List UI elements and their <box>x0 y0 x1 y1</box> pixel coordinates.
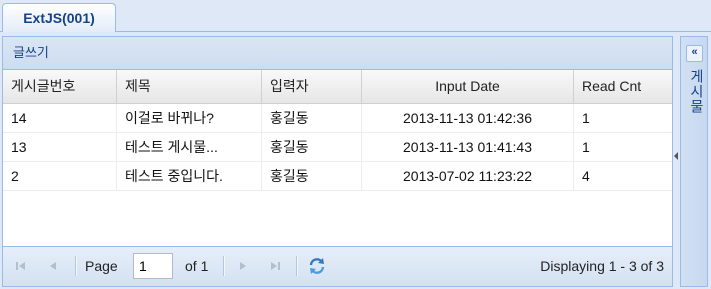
board-grid-panel: 글쓰기 게시글번호 제목 입력자 Input Date Read Cnt 14 … <box>2 36 673 287</box>
page-label: Page <box>85 258 118 274</box>
table-row[interactable]: 14 이걸로 바뀌나? 홍길동 2013-11-13 01:42:36 1 <box>3 104 672 133</box>
cell-input-date: 2013-07-02 11:23:22 <box>362 162 574 190</box>
cell-author: 홍길동 <box>262 162 362 190</box>
column-header-input-date[interactable]: Input Date <box>362 70 574 103</box>
last-page-icon[interactable] <box>267 258 283 274</box>
page-count-label: of 1 <box>185 258 209 274</box>
column-header-author[interactable]: 입력자 <box>262 70 362 103</box>
paging-toolbar: Page of 1 Displaying 1 - 3 of 3 <box>3 246 672 286</box>
cell-author: 홍길동 <box>262 104 362 132</box>
toolbar-separator <box>223 256 225 276</box>
first-page-icon[interactable] <box>13 258 29 274</box>
cell-input-date: 2013-11-13 01:42:36 <box>362 104 574 132</box>
table-row[interactable]: 13 테스트 게시물... 홍길동 2013-11-13 01:41:43 1 <box>3 133 672 162</box>
prev-page-icon[interactable] <box>45 258 61 274</box>
side-panel-title: 게시물 <box>689 69 705 114</box>
tab-strip: ExtJS(001) <box>0 0 711 32</box>
cell-author: 홍길동 <box>262 133 362 161</box>
cell-read-count: 1 <box>582 139 590 155</box>
next-page-icon[interactable] <box>235 258 251 274</box>
tab-extjs-001[interactable]: ExtJS(001) <box>2 3 116 32</box>
column-header-read-count[interactable]: Read Cnt <box>574 70 672 103</box>
expand-panel-icon[interactable]: « <box>686 45 703 62</box>
cell-title: 테스트 게시물... <box>117 133 262 161</box>
table-row[interactable]: 2 테스트 중입니다. 홍길동 2013-07-02 11:23:22 4 <box>3 162 672 191</box>
refresh-icon[interactable] <box>307 256 327 276</box>
toolbar-separator <box>296 256 298 276</box>
grid-body: 14 이걸로 바뀌나? 홍길동 2013-11-13 01:42:36 1 13… <box>3 104 672 246</box>
collapsed-side-panel[interactable]: « 게시물 <box>680 36 708 287</box>
active-tab-gap <box>3 31 115 32</box>
cell-input-date: 2013-11-13 01:41:43 <box>362 133 574 161</box>
cell-post-number: 14 <box>3 104 117 132</box>
cell-post-number: 2 <box>3 162 117 190</box>
collapse-arrow-icon[interactable] <box>674 152 678 160</box>
cell-post-number: 13 <box>3 133 117 161</box>
grid-header: 게시글번호 제목 입력자 Input Date Read Cnt <box>3 70 672 104</box>
cell-read-count: 4 <box>582 168 590 184</box>
cell-title: 이걸로 바뀌나? <box>117 104 262 132</box>
page-number-input[interactable] <box>133 253 173 279</box>
cell-title: 테스트 중입니다. <box>117 162 262 190</box>
panel-title: 글쓰기 <box>3 37 672 70</box>
column-header-title[interactable]: 제목 <box>117 70 262 103</box>
paging-display-info: Displaying 1 - 3 of 3 <box>540 258 664 274</box>
cell-read-count: 1 <box>582 110 590 126</box>
splitter[interactable] <box>673 36 680 287</box>
toolbar-separator <box>75 256 77 276</box>
column-header-post-number[interactable]: 게시글번호 <box>3 70 117 103</box>
